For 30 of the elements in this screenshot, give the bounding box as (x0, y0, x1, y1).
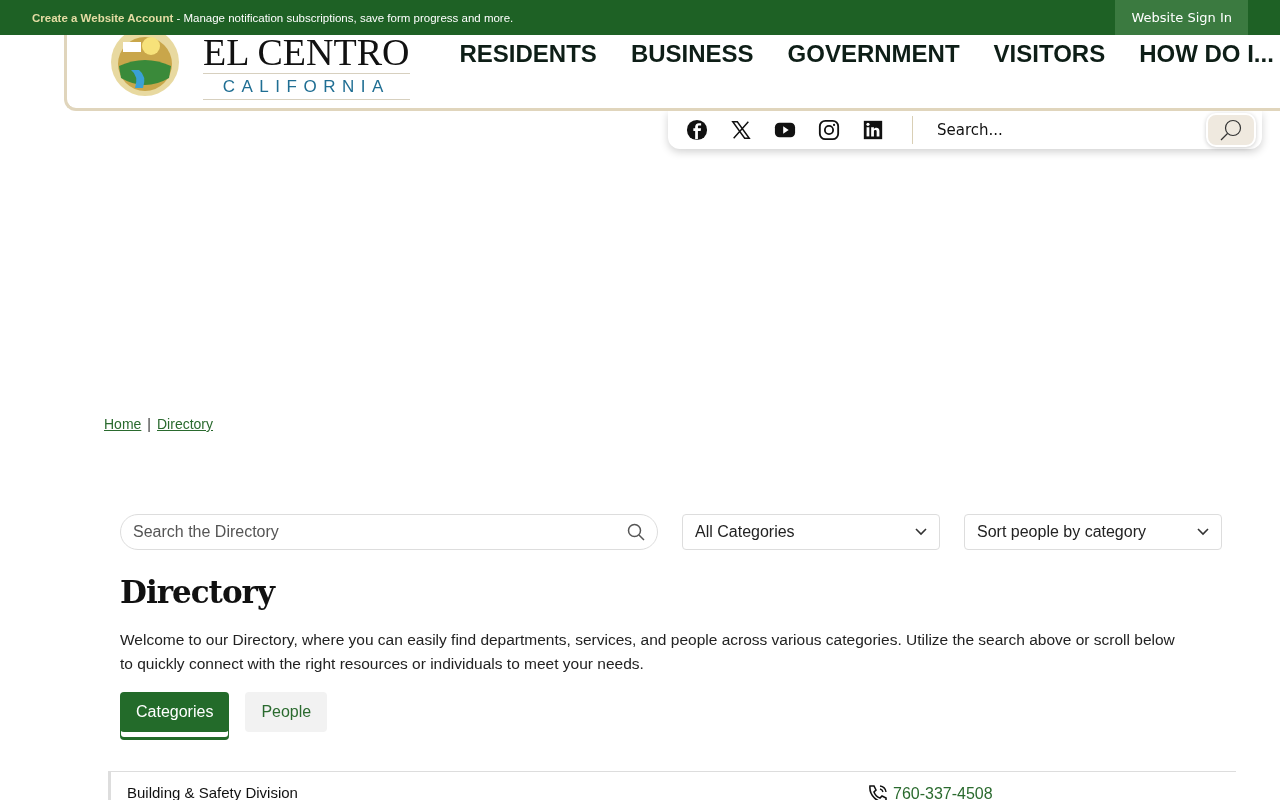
breadcrumb-link[interactable]: Home (104, 416, 142, 432)
instagram-icon[interactable] (818, 119, 840, 141)
breadcrumb-separator: | (147, 416, 151, 432)
search-button[interactable] (1206, 113, 1256, 147)
x-icon[interactable] (730, 119, 752, 141)
sign-in-button[interactable]: Website Sign In (1115, 0, 1248, 35)
search-icon (627, 523, 645, 541)
chevron-icon (1197, 528, 1209, 536)
facebook-icon[interactable] (686, 119, 708, 141)
account-notice: Create a Website Account - Manage notification subscriptions, save form progress and more. (32, 11, 514, 24)
phone-link[interactable]: 760-337-4508 (893, 785, 993, 800)
phone-icon (867, 784, 889, 800)
linkedin-icon[interactable] (862, 119, 884, 141)
nav-link[interactable]: HOW DO I... (1139, 39, 1274, 68)
nav-link[interactable]: GOVERNMENT (787, 39, 960, 68)
chevron-icon (915, 528, 927, 536)
search-icon (1220, 119, 1242, 141)
logo-title[interactable]: EL CENTRO (203, 33, 410, 74)
site-search-field[interactable]: Search... (937, 121, 1206, 139)
logo-subtitle[interactable]: CALIFORNIA (203, 74, 410, 100)
breadcrumb-link[interactable]: Directory (157, 416, 213, 432)
sort-select[interactable]: Sort people by category (964, 514, 1222, 550)
page-title: Directory (120, 574, 277, 610)
nav-link[interactable]: RESIDENTS (459, 39, 597, 68)
nav-link[interactable]: BUSINESS (630, 39, 754, 68)
intro-paragraph: Welcome to our Directory, where you can easily find departments, services, and people across various categories. Utilize the search above or scroll below to quickly connect with the right resources or individuals to meet your needs. (120, 630, 1176, 674)
category-select[interactable]: All Categories (682, 514, 940, 550)
create-account-link[interactable]: Create a Website Account (32, 11, 174, 24)
tab[interactable]: People (245, 692, 328, 732)
nav-link[interactable]: VISITORS (993, 39, 1106, 68)
